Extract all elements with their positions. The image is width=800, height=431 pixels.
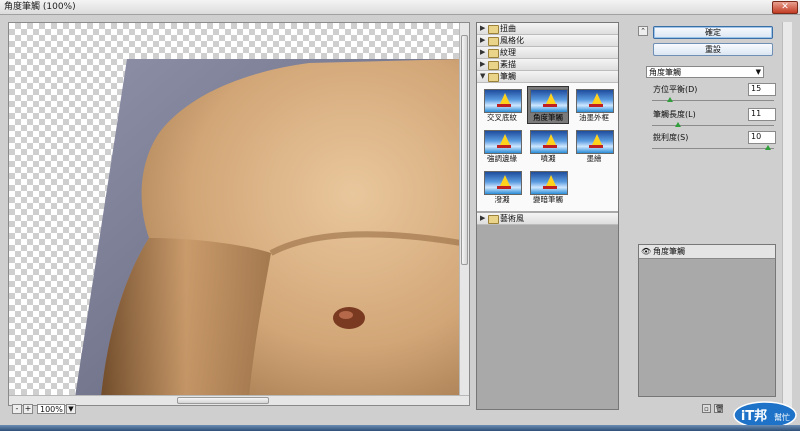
filter-preview-image — [576, 89, 614, 113]
zoom-level-field[interactable]: 100% — [37, 404, 65, 414]
delete-effect-layer-button[interactable]: 🗑 — [714, 404, 724, 413]
zoom-dropdown-button[interactable]: ▼ — [66, 404, 76, 414]
preview-horizontal-scrollbar[interactable] — [9, 395, 469, 405]
preview-vertical-scrollbar[interactable] — [459, 23, 469, 397]
expand-arrow-icon: ▶ — [480, 60, 486, 68]
sharpness-input[interactable]: 10 — [748, 131, 776, 144]
sharpness-slider-track[interactable] — [652, 148, 774, 149]
filter-preview-image — [530, 130, 568, 154]
filter-thumbnail-grid: 交叉底紋 角度筆觸 油墨外框 強調邊緣 噴濺 墨繪 潑濺 變暗筆觸 — [477, 83, 618, 211]
filter-thumb-accented-edges[interactable]: 強調邊緣 — [482, 128, 522, 164]
filter-thumb-sumi-e[interactable]: 墨繪 — [574, 128, 614, 164]
expand-arrow-icon: ▶ — [480, 24, 486, 32]
filter-select-value: 角度筆觸 — [649, 68, 681, 77]
stroke-length-input[interactable]: 11 — [748, 108, 776, 121]
expand-arrow-icon: ▶ — [480, 36, 486, 44]
expand-arrow-icon: ▶ — [480, 48, 486, 56]
filter-preview-image — [530, 89, 568, 113]
filter-preview-image — [576, 130, 614, 154]
stroke-length-slider-knob[interactable] — [674, 122, 681, 127]
filter-thumb-ink-outlines[interactable]: 油墨外框 — [574, 87, 614, 123]
filter-gallery-panel: ▶ 扭曲 ▶ 風格化 ▶ 紋理 ▶ 素描 ▼ 筆觸 交叉底紋 角度筆觸 油墨外框 — [476, 22, 619, 410]
filter-select-dropdown[interactable]: 角度筆觸 ▼ — [646, 66, 764, 78]
folder-icon — [488, 49, 499, 58]
expand-arrow-icon: ▶ — [480, 214, 486, 222]
reset-button[interactable]: 重設 — [653, 43, 773, 56]
stroke-length-label: 筆觸長度(L) — [653, 110, 696, 119]
folder-open-icon — [488, 73, 499, 82]
sharpness-label: 銳利度(S) — [653, 133, 689, 142]
preview-canvas[interactable] — [8, 22, 470, 406]
preview-horizontal-scroll-thumb[interactable] — [177, 397, 269, 404]
preview-image — [75, 59, 461, 397]
folder-icon — [488, 215, 499, 224]
category-artistic[interactable]: ▶ 藝術風 — [477, 213, 618, 225]
zoom-in-button[interactable]: + — [23, 404, 33, 414]
filter-thumb-spatter[interactable]: 噴濺 — [528, 128, 568, 164]
effect-layer-row[interactable]: 👁 角度筆觸 — [639, 245, 775, 259]
window-title: 角度筆觸 (100%) — [4, 2, 76, 12]
collapse-gallery-button[interactable]: ⌃ — [638, 26, 648, 36]
filter-thumb-angled-strokes[interactable]: 角度筆觸 — [527, 86, 569, 124]
controls-scrollbar[interactable] — [782, 22, 792, 410]
direction-balance-label: 方位平衡(D) — [653, 85, 698, 94]
stroke-length-slider-track[interactable] — [652, 125, 774, 126]
effect-layer-name: 角度筆觸 — [653, 247, 685, 256]
effect-layers-panel: 👁 角度筆觸 — [638, 244, 776, 397]
folder-icon — [488, 61, 499, 70]
direction-balance-slider-knob[interactable] — [666, 97, 673, 102]
new-effect-layer-button[interactable]: ▫ — [702, 404, 711, 413]
close-button[interactable]: ✕ — [772, 1, 798, 14]
eye-icon[interactable]: 👁 — [641, 247, 651, 256]
filter-thumb-sprayed-strokes[interactable]: 潑濺 — [482, 169, 522, 205]
filter-preview-image — [484, 130, 522, 154]
category-stylize[interactable]: ▶ 風格化 — [477, 35, 618, 47]
filter-preview-image — [484, 171, 522, 195]
window-title-bar: 角度筆觸 (100%) ✕ — [0, 0, 800, 15]
filter-thumb-crosshatch[interactable]: 交叉底紋 — [482, 87, 522, 123]
os-taskbar — [0, 425, 800, 431]
chevron-down-icon: ▼ — [755, 68, 761, 76]
collapse-arrow-icon: ▼ — [480, 72, 486, 80]
category-distort[interactable]: ▶ 扭曲 — [477, 23, 618, 35]
folder-icon — [488, 25, 499, 34]
preview-vertical-scroll-thumb[interactable] — [461, 35, 468, 265]
sharpness-slider-knob[interactable] — [764, 145, 771, 150]
category-sketch[interactable]: ▶ 素描 — [477, 59, 618, 71]
zoom-out-button[interactable]: - — [12, 404, 22, 414]
ok-button[interactable]: 確定 — [653, 26, 773, 39]
filter-thumb-dark-strokes[interactable]: 變暗筆觸 — [528, 169, 568, 205]
folder-icon — [488, 37, 499, 46]
category-brush-strokes[interactable]: ▼ 筆觸 — [477, 71, 618, 83]
category-texture[interactable]: ▶ 紋理 — [477, 47, 618, 59]
logo-main-text: iT邦 — [741, 408, 767, 424]
logo-sub-text: 幫忙 — [774, 412, 790, 422]
filter-preview-image — [484, 89, 522, 113]
direction-balance-input[interactable]: 15 — [748, 83, 776, 96]
filter-preview-image — [530, 171, 568, 195]
